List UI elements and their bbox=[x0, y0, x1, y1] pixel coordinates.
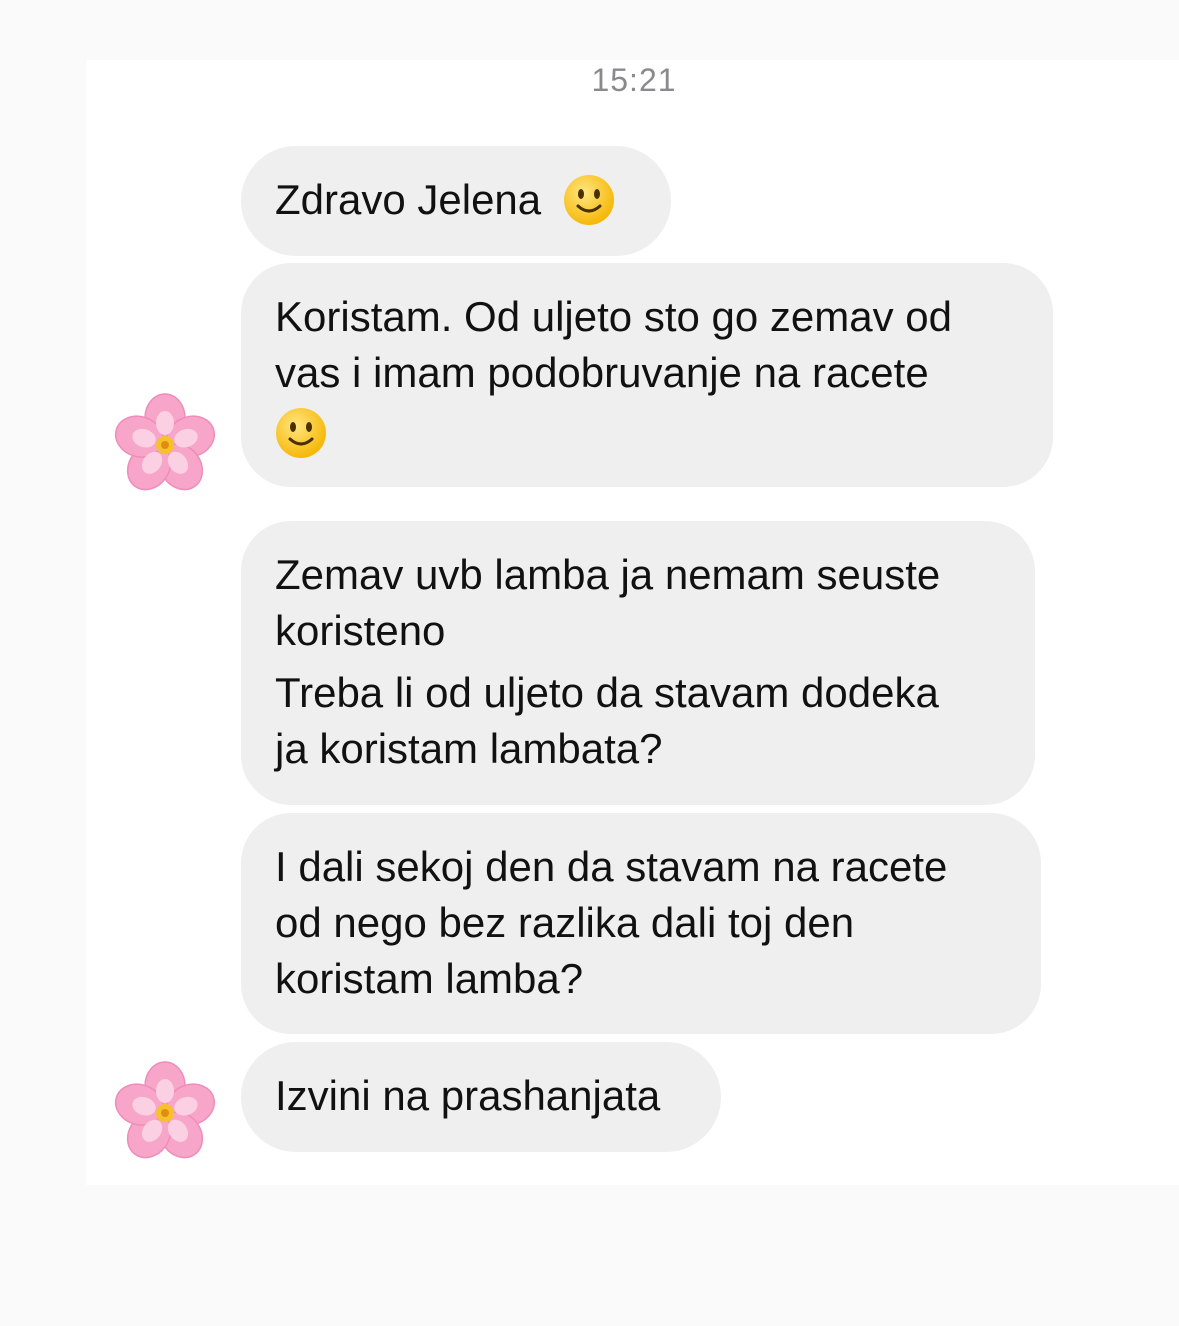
message-bubble[interactable]: Izvini na prashanjata bbox=[241, 1042, 721, 1152]
message-bubble[interactable]: Koristam. Od uljeto sto go zemav od vas … bbox=[241, 263, 1053, 487]
message-text: koristam lamba? bbox=[275, 955, 584, 1002]
cherry-blossom-icon[interactable] bbox=[110, 1058, 220, 1168]
slightly-smiling-face-icon bbox=[563, 174, 614, 225]
message-bubble[interactable]: I dali sekoj den da stavam na racete od … bbox=[241, 813, 1041, 1034]
message-text: od nego bez razlika dali toj den bbox=[275, 899, 855, 946]
message-text bbox=[275, 401, 1019, 459]
message-text: Treba li od uljeto da stavam dodeka bbox=[275, 669, 939, 716]
message-bubble[interactable]: Zemav uvb lamba ja nemam seuste koristen… bbox=[241, 521, 1035, 805]
message-text: I dali sekoj den da stavam na racete bbox=[275, 843, 948, 890]
message-bubble[interactable]: Zdravo Jelena bbox=[241, 146, 671, 256]
message-text: Izvini na prashanjata bbox=[275, 1072, 661, 1119]
cherry-blossom-icon[interactable] bbox=[110, 390, 220, 500]
message-text: Zemav uvb lamba ja nemam seuste bbox=[275, 551, 941, 598]
message-text: koristeno bbox=[275, 607, 446, 654]
message-text: vas i imam podobruvanje na racete bbox=[275, 349, 929, 396]
message-timestamp: 15:21 bbox=[591, 62, 677, 98]
message-text: Zdravo Jelena bbox=[275, 172, 637, 228]
message-text: ja koristam lambata? bbox=[275, 725, 663, 772]
slightly-smiling-face-icon bbox=[276, 407, 326, 458]
message-text: Koristam. Od uljeto sto go zemav od bbox=[275, 293, 952, 340]
